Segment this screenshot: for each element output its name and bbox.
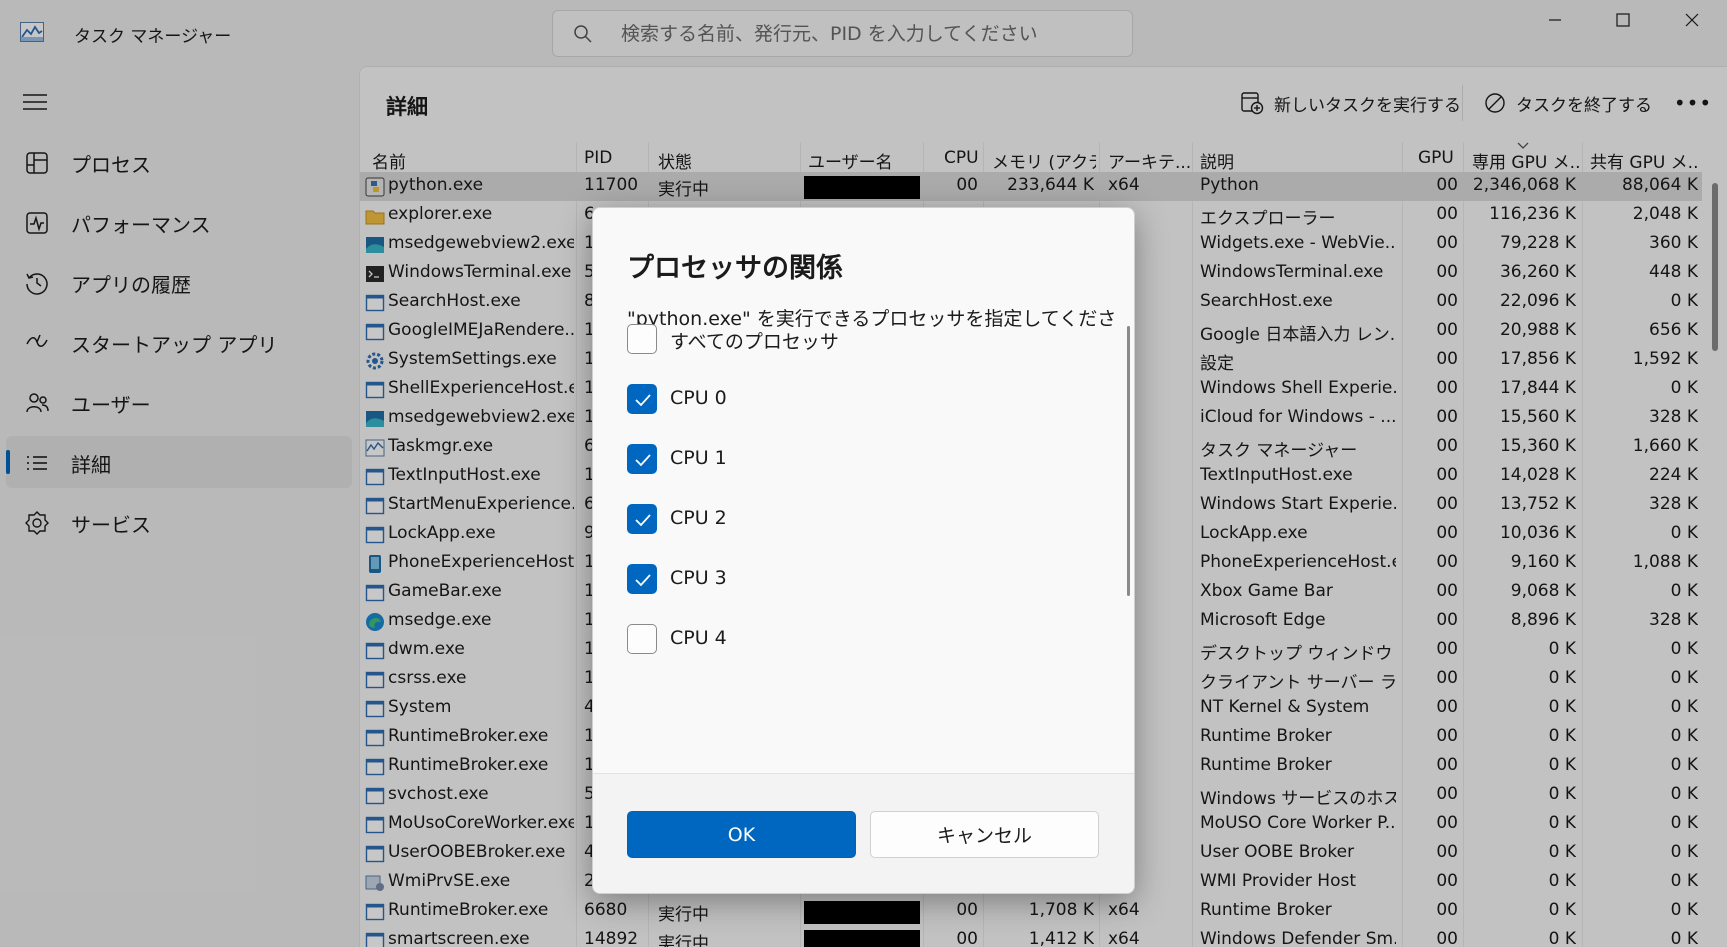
- ok-button[interactable]: OK: [627, 811, 856, 858]
- checkbox-cpu-4[interactable]: CPU 4: [627, 623, 1067, 655]
- checkbox-box[interactable]: [627, 324, 657, 354]
- checkbox-all-processors[interactable]: すべてのプロセッサ: [627, 323, 1067, 355]
- dialog-footer: OK キャンセル: [593, 773, 1134, 893]
- checkbox-box[interactable]: [627, 384, 657, 414]
- checkmark-icon: [635, 574, 651, 587]
- checkbox-label: CPU 2: [670, 507, 727, 529]
- checkmark-icon: [635, 454, 651, 467]
- cancel-button[interactable]: キャンセル: [870, 811, 1099, 858]
- checkbox-label: CPU 3: [670, 567, 727, 589]
- checkbox-box[interactable]: [627, 444, 657, 474]
- checkbox-label: CPU 0: [670, 387, 727, 409]
- checkbox-cpu-3[interactable]: CPU 3: [627, 563, 1067, 595]
- processor-affinity-dialog: プロセッサの関係 "python.exe" を実行できるプロセッサを指定してくだ…: [592, 207, 1135, 894]
- checkbox-cpu-0[interactable]: CPU 0: [627, 383, 1067, 415]
- checkmark-icon: [635, 394, 651, 407]
- dialog-title: プロセッサの関係: [627, 253, 843, 284]
- checkbox-label: CPU 4: [670, 627, 727, 649]
- dialog-scrollbar[interactable]: [1127, 326, 1130, 596]
- checkbox-box[interactable]: [627, 624, 657, 654]
- checkbox-cpu-2[interactable]: CPU 2: [627, 503, 1067, 535]
- checkbox-box[interactable]: [627, 564, 657, 594]
- checkmark-icon: [635, 514, 651, 527]
- checkbox-label: すべてのプロセッサ: [670, 331, 839, 353]
- checkbox-box[interactable]: [627, 504, 657, 534]
- checkbox-label: CPU 1: [670, 447, 727, 469]
- checkbox-cpu-1[interactable]: CPU 1: [627, 443, 1067, 475]
